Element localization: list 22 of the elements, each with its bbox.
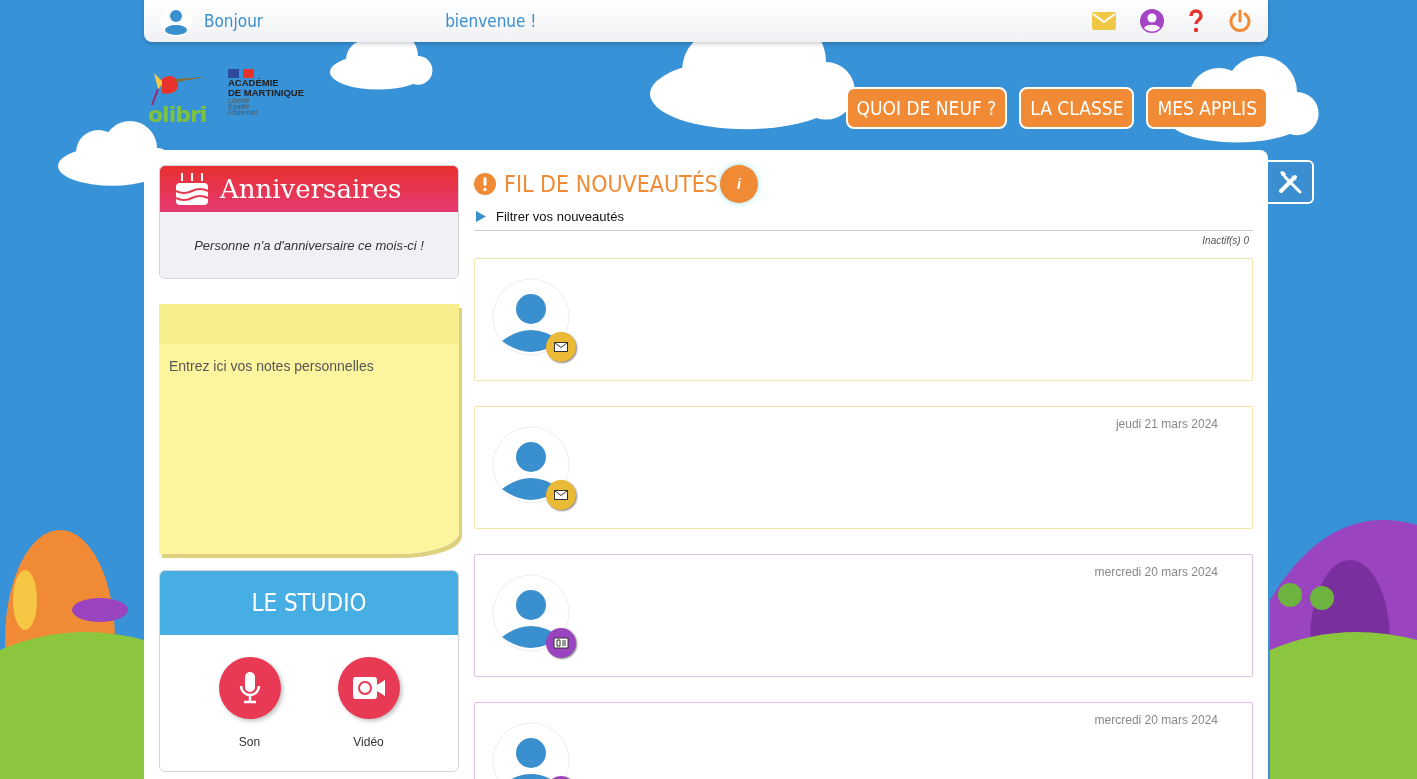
item-date: jeudi 21 mars 2024 <box>1115 417 1218 431</box>
feed-title: FIL DE NOUVEAUTÉS <box>504 171 718 197</box>
filter-toggle[interactable]: Filtrer vos nouveautés <box>474 203 1253 231</box>
academy-name: ACADÉMIE <box>228 78 280 88</box>
greeting-text: Bonjour <box>204 11 264 31</box>
welcome-text: bienvenue ! <box>445 11 537 31</box>
academy-name: DE MARTINIQUE <box>228 88 304 98</box>
nav-button[interactable]: QUOI DE NEUF ? <box>845 87 1008 129</box>
studio-title: LE STUDIO <box>251 589 367 617</box>
inactive-count: Inactif(s) 0 <box>1202 235 1249 246</box>
nav-button[interactable]: LA CLASSE <box>1019 87 1135 129</box>
item-date: mercredi 20 mars 2024 <box>1094 713 1218 727</box>
notes-field[interactable]: Entrez ici vos notes personnelles <box>159 304 459 554</box>
feed-item[interactable]: jeudi 21 mars 2024 <box>474 406 1253 529</box>
feed-item[interactable]: mercredi 20 mars 2024 <box>474 702 1253 779</box>
birthday-message: Personne n'a d'anniversaire ce mois-ci ! <box>194 237 424 253</box>
feed-item[interactable]: mercredi 20 mars 2024 <box>474 554 1253 677</box>
item-date: mercredi 20 mars 2024 <box>1094 565 1218 579</box>
birthday-title: Anniversaires <box>220 174 402 204</box>
nav-button[interactable]: MES APPLIS <box>1146 87 1268 129</box>
info-button[interactable]: i <box>719 165 758 203</box>
logo-text: olibri <box>148 102 207 127</box>
